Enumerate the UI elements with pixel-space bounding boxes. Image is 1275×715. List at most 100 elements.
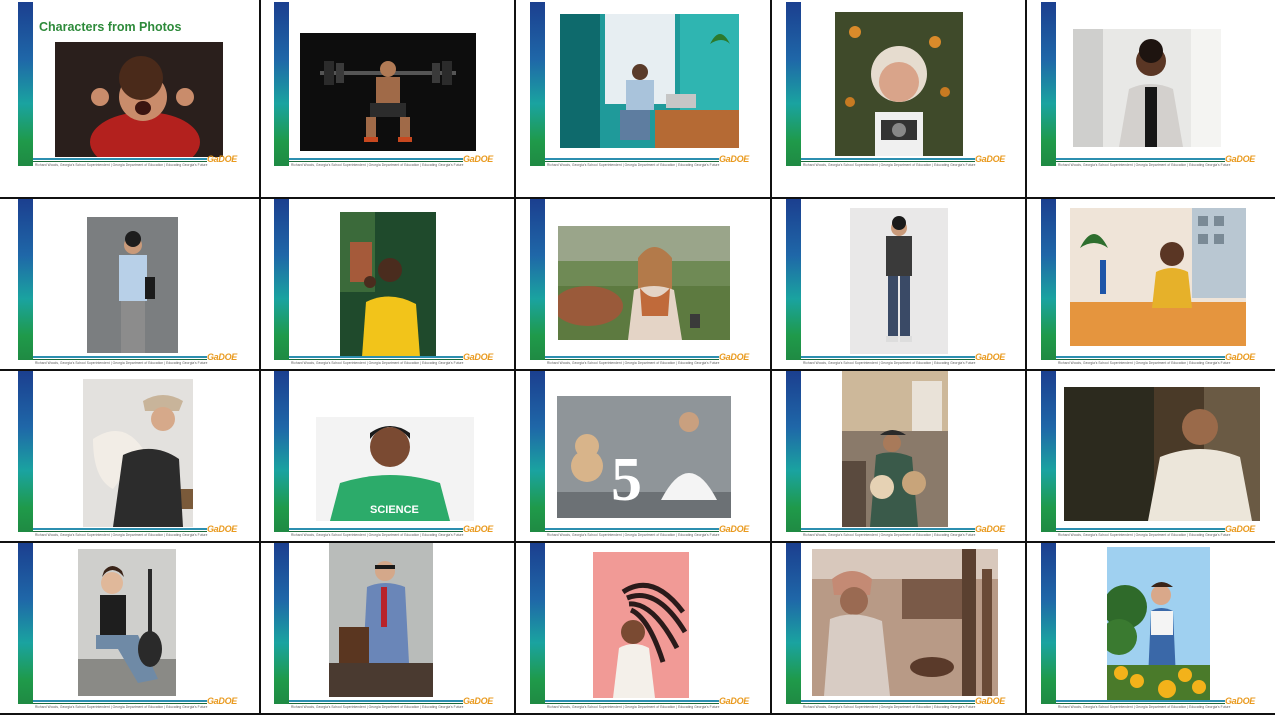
footer-rule	[1056, 161, 1225, 162]
gadoe-logo-text: GaDOE	[1224, 154, 1255, 164]
slide-thumbnail[interactable]: Richard Woods, Georgia's School Superint…	[15, 371, 257, 540]
footer-rule	[801, 700, 975, 702]
footer-text: Richard Woods, Georgia's School Superint…	[1058, 361, 1231, 365]
gadoe-logo: GaDOE	[975, 154, 1005, 164]
photo-woman-yellow-dress-waving	[340, 212, 436, 357]
photo-woman-scarf-coffee	[558, 226, 730, 340]
footer-rule	[1056, 528, 1225, 530]
slide-accent-bar	[18, 543, 33, 704]
footer-rule	[801, 528, 975, 530]
footer-rule	[289, 158, 463, 160]
gadoe-logo: GaDOE	[463, 524, 493, 534]
slide-accent-bar	[530, 199, 545, 360]
slide-accent-bar	[274, 199, 289, 360]
footer-rule	[545, 528, 719, 530]
slide-thumbnail[interactable]: Richard Woods, Georgia's School Superint…	[783, 371, 1025, 540]
footer-rule	[33, 359, 207, 360]
gadoe-logo: GaDOE	[719, 352, 749, 362]
gadoe-logo-text: GaDOE	[974, 352, 1005, 362]
footer-text: Richard Woods, Georgia's School Superint…	[291, 705, 464, 709]
photo-man-at-desk-office	[560, 14, 739, 148]
slide-thumbnail[interactable]: Richard Woods, Georgia's School Superint…	[15, 199, 257, 368]
photo-woman-guitar-sitting	[78, 549, 176, 696]
footer-rule	[1056, 158, 1225, 160]
slide-thumbnail[interactable]: Richard Woods, Georgia's School Superint…	[527, 2, 769, 174]
footer-rule	[289, 161, 463, 162]
footer-rule	[33, 531, 207, 532]
photo-elderly-man-wall	[1064, 387, 1260, 521]
gadoe-logo: GaDOE	[1225, 524, 1255, 534]
gadoe-logo: GaDOE	[463, 696, 493, 706]
photo-older-man-suit-bench	[329, 543, 433, 697]
gadoe-logo: GaDOE	[975, 524, 1005, 534]
gadoe-logo-text: GaDOE	[462, 696, 493, 706]
photo-weightlifter-squat	[300, 33, 476, 151]
footer-text: Richard Woods, Georgia's School Superint…	[35, 533, 208, 537]
footer-rule	[33, 703, 207, 704]
gadoe-logo-text: GaDOE	[462, 524, 493, 534]
gadoe-logo-text: GaDOE	[718, 352, 749, 362]
footer-text: Richard Woods, Georgia's School Superint…	[291, 361, 464, 365]
footer-text: Richard Woods, Georgia's School Superint…	[803, 705, 976, 709]
footer-text: Richard Woods, Georgia's School Superint…	[547, 163, 720, 167]
slide-thumbnail[interactable]: Richard Woods, Georgia's School Superint…	[783, 543, 1025, 712]
footer-rule	[1056, 356, 1225, 358]
slide-grid: Characters from Photos Richard Woods, Ge…	[0, 0, 1275, 715]
gadoe-logo-text: GaDOE	[206, 524, 237, 534]
slide-thumbnail[interactable]: 5 Richard Woods, Georgia's School Superi…	[527, 371, 769, 540]
slide-accent-bar	[1041, 371, 1056, 532]
slide-thumbnail[interactable]: Richard Woods, Georgia's School Superint…	[1038, 199, 1275, 368]
footer-rule	[33, 528, 207, 530]
footer-rule	[1056, 531, 1225, 532]
gadoe-logo: GaDOE	[463, 154, 493, 164]
slide-accent-bar	[530, 371, 545, 532]
svg-text:SCIENCE: SCIENCE	[370, 504, 419, 516]
slide-thumbnail[interactable]: Richard Woods, Georgia's School Superint…	[527, 199, 769, 368]
gadoe-logo-text: GaDOE	[974, 524, 1005, 534]
slide-thumbnail[interactable]: Richard Woods, Georgia's School Superint…	[15, 543, 257, 712]
slide-thumbnail[interactable]: Richard Woods, Georgia's School Superint…	[783, 2, 1025, 174]
slide-accent-bar	[18, 2, 33, 166]
footer-text: Richard Woods, Georgia's School Superint…	[291, 163, 464, 167]
slide-accent-bar	[786, 371, 801, 532]
photo-elderly-woman-village	[812, 549, 998, 696]
footer-text: Richard Woods, Georgia's School Superint…	[291, 533, 464, 537]
slide-thumbnail[interactable]: SCIENCE Richard Woods, Georgia's School …	[271, 371, 513, 540]
footer-rule	[801, 161, 975, 162]
gadoe-logo: GaDOE	[1225, 154, 1255, 164]
slide-accent-bar	[18, 371, 33, 532]
slide-accent-bar	[274, 543, 289, 704]
gadoe-logo: GaDOE	[719, 154, 749, 164]
footer-rule	[801, 359, 975, 360]
photo-woman-hair-flip	[593, 552, 689, 698]
footer-rule	[1056, 359, 1225, 360]
footer-rule	[289, 703, 463, 704]
footer-rule	[801, 356, 975, 358]
footer-rule	[545, 703, 719, 704]
footer-rule	[33, 356, 207, 358]
slide-thumbnail[interactable]: Richard Woods, Georgia's School Superint…	[1038, 2, 1275, 174]
slide-thumbnail[interactable]: Richard Woods, Georgia's School Superint…	[783, 199, 1025, 368]
slide-accent-bar	[786, 199, 801, 360]
slide-thumbnail[interactable]: Richard Woods, Georgia's School Superint…	[271, 2, 513, 174]
grid-divider	[259, 0, 261, 715]
gadoe-logo-text: GaDOE	[718, 696, 749, 706]
gadoe-logo-text: GaDOE	[462, 352, 493, 362]
slide-thumbnail[interactable]: Richard Woods, Georgia's School Superint…	[1038, 543, 1275, 712]
gadoe-logo: GaDOE	[975, 352, 1005, 362]
gadoe-logo-text: GaDOE	[1224, 352, 1255, 362]
photo-woman-sunflowers	[1107, 547, 1210, 702]
footer-text: Richard Woods, Georgia's School Superint…	[547, 705, 720, 709]
slide-accent-bar	[274, 371, 289, 532]
slide-thumbnail[interactable]: Richard Woods, Georgia's School Superint…	[271, 199, 513, 368]
slide-thumbnail[interactable]: Richard Woods, Georgia's School Superint…	[1038, 371, 1275, 540]
photo-woman-blazer-smiling	[1073, 29, 1221, 147]
slide-thumbnail[interactable]: Characters from Photos Richard Woods, Ge…	[15, 2, 257, 174]
photo-young-man-standing	[850, 208, 948, 354]
slide-thumbnail[interactable]: Richard Woods, Georgia's School Superint…	[527, 543, 769, 712]
gadoe-logo: GaDOE	[207, 524, 237, 534]
slide-thumbnail[interactable]: Richard Woods, Georgia's School Superint…	[271, 543, 513, 712]
slide-accent-bar	[530, 2, 545, 166]
footer-text: Richard Woods, Georgia's School Superint…	[35, 163, 208, 167]
footer-rule	[545, 700, 719, 702]
